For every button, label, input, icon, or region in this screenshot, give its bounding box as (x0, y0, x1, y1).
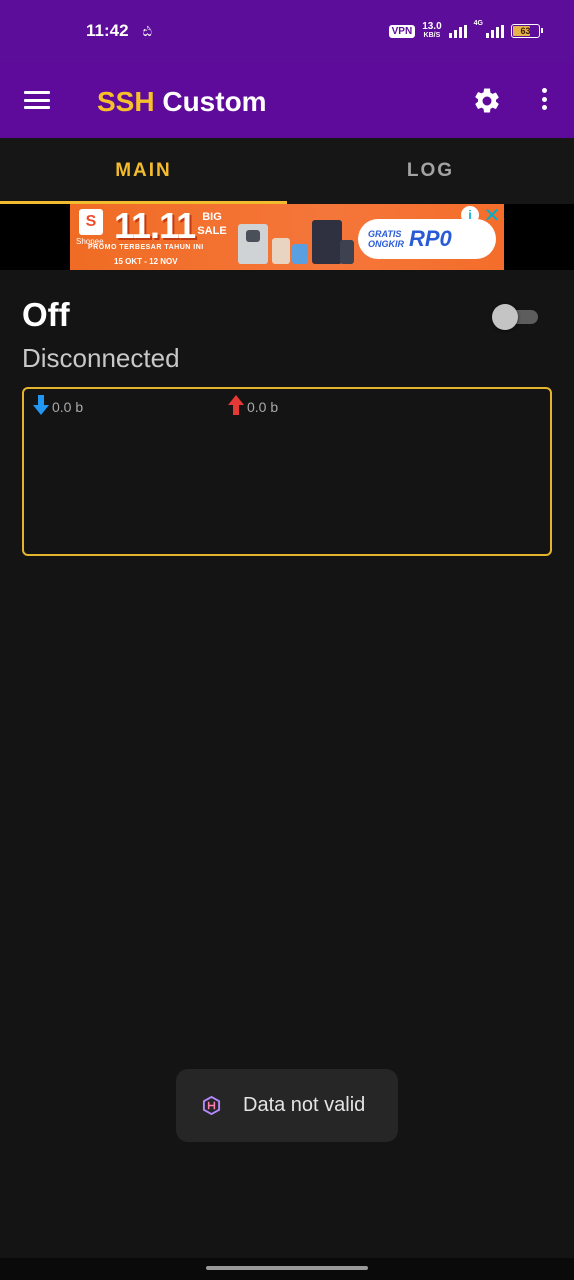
shopee-logo-icon: S (79, 209, 103, 235)
app-title-custom: Custom (154, 86, 267, 117)
gear-icon[interactable] (472, 86, 502, 116)
tab-main[interactable]: MAIN (0, 138, 287, 204)
connection-status: Disconnected (22, 343, 180, 373)
app-logo-icon (202, 1096, 221, 1115)
connect-switch[interactable] (492, 303, 538, 330)
ad-close-icon[interactable]: ✕ (482, 204, 502, 227)
toast-message: Data not valid (176, 1069, 398, 1142)
tab-bar: MAIN LOG (0, 138, 574, 204)
notification-icon: ඪ (142, 22, 153, 39)
signal-strength-icon-2 (486, 24, 504, 38)
signal-strength-icon (448, 24, 467, 38)
connection-state: Off (22, 296, 70, 333)
ad-strip: S Shopee 11.11 BIG SALE PROMO TERBESAR T… (0, 204, 574, 270)
battery-icon: 63 (511, 24, 543, 38)
network-type: 4G (473, 20, 483, 27)
ad-headline-badge: BIG SALE (197, 211, 227, 237)
switch-thumb (492, 304, 518, 330)
system-nav-bar (0, 1258, 574, 1280)
upload-arrow-icon (228, 395, 244, 415)
free-shipping-badge: GRATIS ONGKIR RP0 (358, 219, 496, 259)
ad-product-image (236, 210, 356, 266)
download-arrow-icon (33, 395, 49, 415)
app-title-ssh: SSH (97, 86, 155, 117)
upload-value: 0.0 b (247, 399, 279, 415)
ad-headline: 11.11 (114, 205, 196, 246)
download-value: 0.0 b (52, 399, 84, 415)
free-shipping-amount: RP0 (409, 226, 452, 251)
download-stat: 0.0 b (33, 395, 83, 415)
traffic-panel: 0.0 b 0.0 b (22, 387, 552, 556)
more-vert-icon[interactable] (536, 88, 552, 114)
app-title: SSH Custom (97, 86, 267, 118)
hamburger-menu-icon[interactable] (24, 91, 50, 109)
ad-info-icon[interactable]: i (461, 206, 479, 224)
tab-log[interactable]: LOG (287, 138, 574, 204)
network-speed: 13.0 KB/S (422, 22, 441, 40)
ad-date-range: 15 OKT - 12 NOV (114, 257, 178, 266)
network-speed-unit: KB/S (423, 32, 441, 39)
upload-stat: 0.0 b (228, 395, 278, 415)
toast-text: Data not valid (243, 1094, 366, 1116)
network-speed-value: 13.0 (422, 21, 442, 32)
ad-banner[interactable]: S Shopee 11.11 BIG SALE PROMO TERBESAR T… (70, 204, 504, 270)
ad-promo-text: PROMO TERBESAR TAHUN INI (88, 244, 204, 251)
free-shipping-line2: ONGKIR (368, 239, 404, 249)
free-shipping-line1: GRATIS (368, 229, 402, 239)
vpn-badge: VPN (388, 24, 416, 38)
battery-level: 63 (520, 26, 531, 36)
home-gesture-bar[interactable] (206, 1266, 368, 1270)
app-bar: SSH Custom (0, 62, 574, 138)
status-indicators: VPN 13.0 KB/S 4G 63 (388, 20, 543, 40)
status-time: 11:42 (86, 21, 129, 40)
status-bar: 11:42 ඪ VPN 13.0 KB/S 4G 63 (0, 0, 574, 62)
